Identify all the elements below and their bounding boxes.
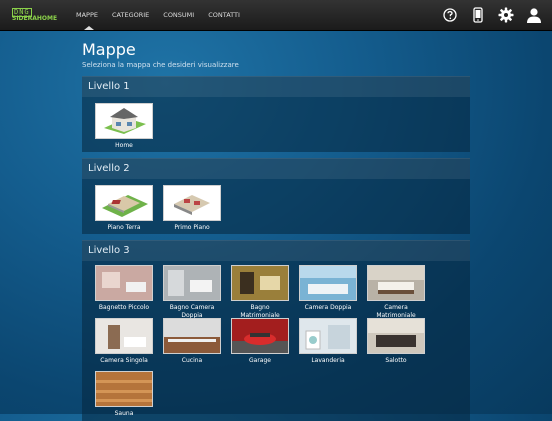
help-icon[interactable] [440,5,460,25]
map-thumbnail [95,265,153,301]
toolbar-icons [440,5,544,25]
section-livello-1: Livello 1 Home [82,76,470,152]
map-label: Lavanderia [311,357,345,364]
nav-tab-contatti[interactable]: CONTATTI [206,0,246,30]
phone-icon[interactable] [468,5,488,25]
map-thumbnail [367,318,425,354]
map-label: Salotto [385,357,407,364]
app-logo: DNG SIDERAHOME [12,8,60,22]
map-label: Bagnetto Piccolo [98,304,150,311]
map-tile-bagno-matrimoniale[interactable]: Bagno Matrimoniale [231,265,289,320]
section-livello-2: Livello 2 Piano Terra Primo Piano [82,158,470,234]
map-thumbnail [299,318,357,354]
section-title: Livello 3 [82,241,470,261]
nav-tab-mappe[interactable]: MAPPE [74,0,104,30]
map-label: Home [115,142,133,149]
map-thumbnail [95,371,153,407]
map-thumbnail [163,318,221,354]
logo-text: SIDERAHOME [12,15,58,22]
top-bar: DNG SIDERAHOME MAPPE CATEGORIE CONSUMI C… [0,0,552,31]
gear-icon[interactable] [496,5,516,25]
main-nav: MAPPE CATEGORIE CONSUMI CONTATTI [74,0,252,30]
nav-tab-consumi[interactable]: CONSUMI [161,0,200,30]
map-tile-primo-piano[interactable]: Primo Piano [163,185,221,232]
map-tile-piano-terra[interactable]: Piano Terra [95,185,153,232]
page-title: Mappe [82,40,136,59]
map-tile-garage[interactable]: Garage [231,318,289,365]
map-thumbnail [95,103,153,139]
map-thumbnail [95,185,153,221]
map-tile-lavanderia[interactable]: Lavanderia [299,318,357,365]
map-tile-cucina[interactable]: Cucina [163,318,221,365]
map-thumbnail [163,265,221,301]
map-tile-bagnetto-piccolo[interactable]: Bagnetto Piccolo [95,265,153,312]
map-tile-camera-singola[interactable]: Camera Singola [95,318,153,365]
section-livello-3: Livello 3 Bagnetto Piccolo Bagno Camera … [82,240,470,421]
map-tile-sauna[interactable]: Sauna [95,371,153,418]
map-thumbnail [163,185,221,221]
page-subtitle: Seleziona la mappa che desideri visualiz… [82,61,239,69]
map-label: Camera Singola [100,357,148,364]
section-title: Livello 1 [82,77,470,97]
map-label: Sauna [114,410,134,417]
map-label: Primo Piano [174,224,210,231]
map-tile-camera-doppia[interactable]: Camera Doppia [299,265,357,312]
map-thumbnail [231,318,289,354]
user-icon[interactable] [524,5,544,25]
map-tile-bagno-camera-doppia[interactable]: Bagno Camera Doppia [163,265,221,320]
map-tile-home[interactable]: Home [95,103,153,150]
map-tile-camera-matrimoniale[interactable]: Camera Matrimoniale [367,265,425,320]
map-label: Garage [249,357,271,364]
map-label: Cucina [181,357,203,364]
map-thumbnail [367,265,425,301]
map-tile-salotto[interactable]: Salotto [367,318,425,365]
map-thumbnail [299,265,357,301]
map-label: Piano Terra [107,224,141,231]
section-title: Livello 2 [82,159,470,179]
nav-tab-categorie[interactable]: CATEGORIE [110,0,155,30]
map-thumbnail [95,318,153,354]
map-thumbnail [231,265,289,301]
map-label: Camera Doppia [304,304,352,311]
